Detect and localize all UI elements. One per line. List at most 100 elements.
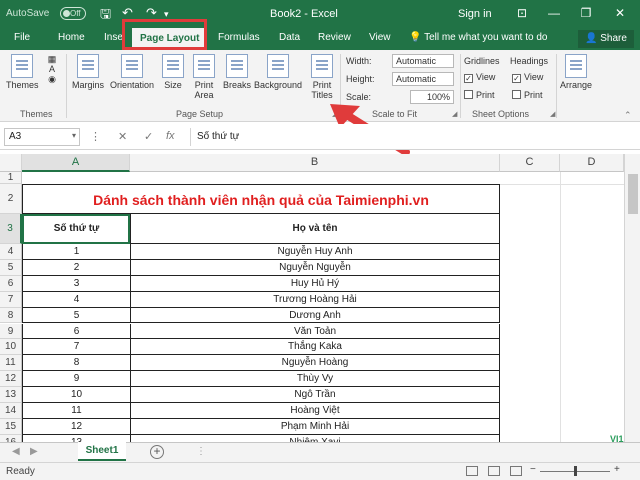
gridlines-print-checkbox[interactable]: Print (464, 90, 495, 100)
gridlines-view-checkbox[interactable]: ✓ View (464, 72, 495, 83)
margins-button[interactable]: Margins (70, 54, 106, 90)
restore-icon[interactable]: ❐ (576, 4, 596, 22)
row-header-1[interactable]: 1 (0, 172, 22, 184)
autosave-toggle[interactable]: Off (60, 7, 86, 20)
tab-data[interactable]: Data (279, 32, 300, 43)
header-cell-name[interactable]: Họ và tên (131, 214, 499, 243)
cell-name[interactable]: Trương Hoàng Hải (131, 292, 499, 307)
scale-input[interactable]: 100% (410, 90, 454, 104)
save-icon[interactable]: 🖫 (100, 5, 111, 27)
row-header-7[interactable]: 7 (0, 291, 22, 308)
cell-name[interactable]: Huy Hủ Hý (131, 276, 499, 291)
close-icon[interactable]: ✕ (610, 4, 630, 22)
cell-number[interactable]: 6 (23, 323, 131, 339)
height-select[interactable]: Automatic (392, 72, 454, 86)
row-header-4[interactable]: 4 (0, 244, 22, 260)
column-header-b[interactable]: B (130, 154, 500, 172)
width-select[interactable]: Automatic (392, 54, 454, 68)
row-header-10[interactable]: 10 (0, 339, 22, 356)
background-button[interactable]: Background (252, 54, 304, 90)
chevron-down-icon[interactable]: ▾ (72, 131, 76, 140)
cell-number[interactable]: 7 (23, 339, 131, 355)
collapse-ribbon-icon[interactable]: ⌃ (624, 110, 632, 121)
zoom-in-icon[interactable]: + (614, 464, 620, 475)
row-header-5[interactable]: 5 (0, 259, 22, 276)
tab-file[interactable]: File (14, 32, 30, 43)
print-area-button[interactable]: Print Area (190, 54, 218, 100)
row-header-13[interactable]: 13 (0, 387, 22, 403)
add-sheet-icon[interactable]: + (150, 445, 164, 459)
vertical-scrollbar[interactable] (624, 154, 640, 442)
arrange-button[interactable]: Arrange (558, 54, 594, 90)
tab-formulas[interactable]: Formulas (218, 32, 260, 43)
cell-name[interactable]: Nguyễn Nguyễn (131, 260, 499, 275)
minimize-icon[interactable]: — (544, 4, 564, 22)
fonts-icon[interactable]: A (49, 64, 55, 74)
tab-home[interactable]: Home (58, 32, 85, 43)
cell-name[interactable]: Văn Toản (131, 324, 499, 339)
column-header-c[interactable]: C (500, 154, 560, 172)
cell-number[interactable]: 1 (23, 244, 131, 259)
size-button[interactable]: Size (160, 54, 186, 90)
formula-input[interactable]: Số thứ tự (190, 128, 636, 146)
tab-view[interactable]: View (369, 32, 391, 43)
cell-name[interactable]: Dương Anh (131, 308, 499, 323)
zoom-out-icon[interactable]: − (530, 464, 536, 475)
cell-number[interactable]: 8 (23, 355, 131, 371)
row-header-6[interactable]: 6 (0, 275, 22, 292)
row-header-15[interactable]: 15 (0, 418, 22, 435)
cell-number[interactable]: 12 (23, 418, 131, 434)
normal-view-icon[interactable] (466, 466, 478, 476)
cell-number[interactable]: 11 (23, 403, 131, 418)
row-header-9[interactable]: 9 (0, 323, 22, 340)
share-button[interactable]: 👤 Share (578, 30, 634, 48)
cell-number[interactable]: 5 (23, 307, 131, 323)
cell-name[interactable]: Thắng Kaka (131, 339, 499, 354)
sheet-tab-sheet1[interactable]: Sheet1 (78, 442, 126, 461)
enter-icon[interactable]: ✓ (144, 130, 153, 143)
select-all-corner[interactable] (0, 154, 22, 172)
effects-icon[interactable]: ◉ (48, 74, 56, 84)
cancel-icon[interactable]: ✕ (118, 130, 127, 143)
row-header-14[interactable]: 14 (0, 403, 22, 419)
cell-name[interactable]: Ngô Trần (131, 387, 499, 402)
column-header-a[interactable]: A (22, 154, 130, 172)
tab-review[interactable]: Review (318, 32, 351, 43)
cell-name[interactable]: Nguyễn Hoàng (131, 355, 499, 370)
cell-name[interactable]: Nguyễn Huy Anh (131, 244, 499, 259)
name-box[interactable]: A3 ▾ (4, 128, 80, 146)
cell-name[interactable]: Phạm Minh Hải (131, 419, 499, 434)
cell-number[interactable]: 4 (23, 291, 131, 307)
sign-in-link[interactable]: Sign in (458, 8, 492, 20)
orientation-button[interactable]: Orientation (108, 54, 156, 90)
row-header-2[interactable]: 2 (0, 184, 22, 214)
tell-me-search[interactable]: 💡 Tell me what you want to do (409, 32, 547, 43)
cell-name[interactable]: Hoàng Việt (131, 403, 499, 418)
row-header-3[interactable]: 3 (0, 214, 22, 244)
column-header-d[interactable]: D (560, 154, 624, 172)
headings-view-checkbox[interactable]: ✓ View (512, 72, 543, 83)
headings-print-checkbox[interactable]: Print (512, 90, 543, 100)
page-layout-view-icon[interactable] (488, 466, 500, 476)
sheet-options-dialog-launcher-icon[interactable]: ◢ (550, 110, 555, 118)
insert-function-icon[interactable]: fx (166, 130, 175, 142)
cell-name[interactable]: Thùy Vy (131, 371, 499, 386)
page-break-view-icon[interactable] (510, 466, 522, 476)
colors-icon[interactable]: ▦ (48, 54, 57, 64)
scroll-thumb[interactable] (628, 174, 638, 214)
print-titles-button[interactable]: Print Titles (308, 54, 336, 100)
breaks-button[interactable]: Breaks (222, 54, 252, 90)
cell-number[interactable]: 3 (23, 275, 131, 291)
scroll-left-icon[interactable]: ◀ (12, 446, 20, 457)
cell-number[interactable]: 9 (23, 371, 131, 387)
cell-number[interactable]: 2 (23, 259, 131, 275)
theme-options[interactable]: ▦ A ◉ (40, 54, 64, 84)
tab-insert[interactable]: Insert (104, 32, 124, 43)
sheet-title-cell[interactable]: Dánh sách thành viên nhận quả của Taimie… (22, 184, 500, 214)
scale-dialog-launcher-icon[interactable]: ◢ (452, 110, 457, 118)
themes-button[interactable]: Themes (6, 54, 39, 90)
row-header-12[interactable]: 12 (0, 371, 22, 388)
cell-number[interactable]: 10 (23, 387, 131, 402)
scroll-right-icon[interactable]: ▶ (30, 446, 38, 457)
row-header-8[interactable]: 8 (0, 307, 22, 324)
